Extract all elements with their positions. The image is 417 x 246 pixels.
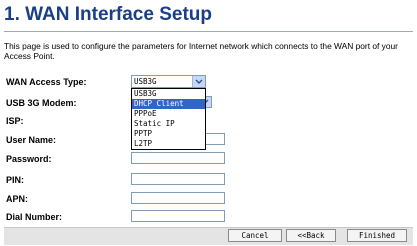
- option-dhcp-client[interactable]: DHCP Client: [132, 99, 205, 109]
- apn-input[interactable]: [131, 192, 225, 204]
- apn-label: APN:: [6, 194, 28, 204]
- usb-3g-modem-label: USB 3G Modem:: [6, 98, 77, 108]
- wan-access-type-label: WAN Access Type:: [6, 77, 87, 87]
- password-input[interactable]: [131, 152, 225, 164]
- chevron-down-icon[interactable]: [192, 76, 205, 87]
- dial-number-input[interactable]: [131, 210, 225, 222]
- back-button[interactable]: <<Back: [286, 229, 336, 242]
- wan-access-type-dropdown[interactable]: USB3G DHCP Client PPPoE Static IP PPTP L…: [131, 88, 206, 150]
- pin-label: PIN:: [6, 175, 24, 185]
- wan-access-type-select[interactable]: USB3G: [131, 75, 206, 88]
- option-pptp[interactable]: PPTP: [132, 129, 205, 139]
- isp-label: ISP:: [6, 116, 24, 126]
- page-description: This page is used to configure the param…: [4, 41, 398, 61]
- pin-input[interactable]: [131, 173, 225, 185]
- option-usb3g[interactable]: USB3G: [132, 89, 205, 99]
- wan-access-type-value: USB3G: [134, 77, 157, 86]
- title-divider: [4, 31, 413, 32]
- option-pppoe[interactable]: PPPoE: [132, 109, 205, 119]
- page-title: 1. WAN Interface Setup: [4, 4, 212, 25]
- option-static-ip[interactable]: Static IP: [132, 119, 205, 129]
- option-l2tp[interactable]: L2TP: [132, 139, 205, 149]
- finished-button[interactable]: Finished: [347, 229, 407, 242]
- cancel-button[interactable]: Cancel: [228, 229, 282, 242]
- user-name-label: User Name:: [6, 135, 57, 145]
- dial-number-label: Dial Number:: [6, 212, 63, 222]
- password-label: Password:: [6, 154, 52, 164]
